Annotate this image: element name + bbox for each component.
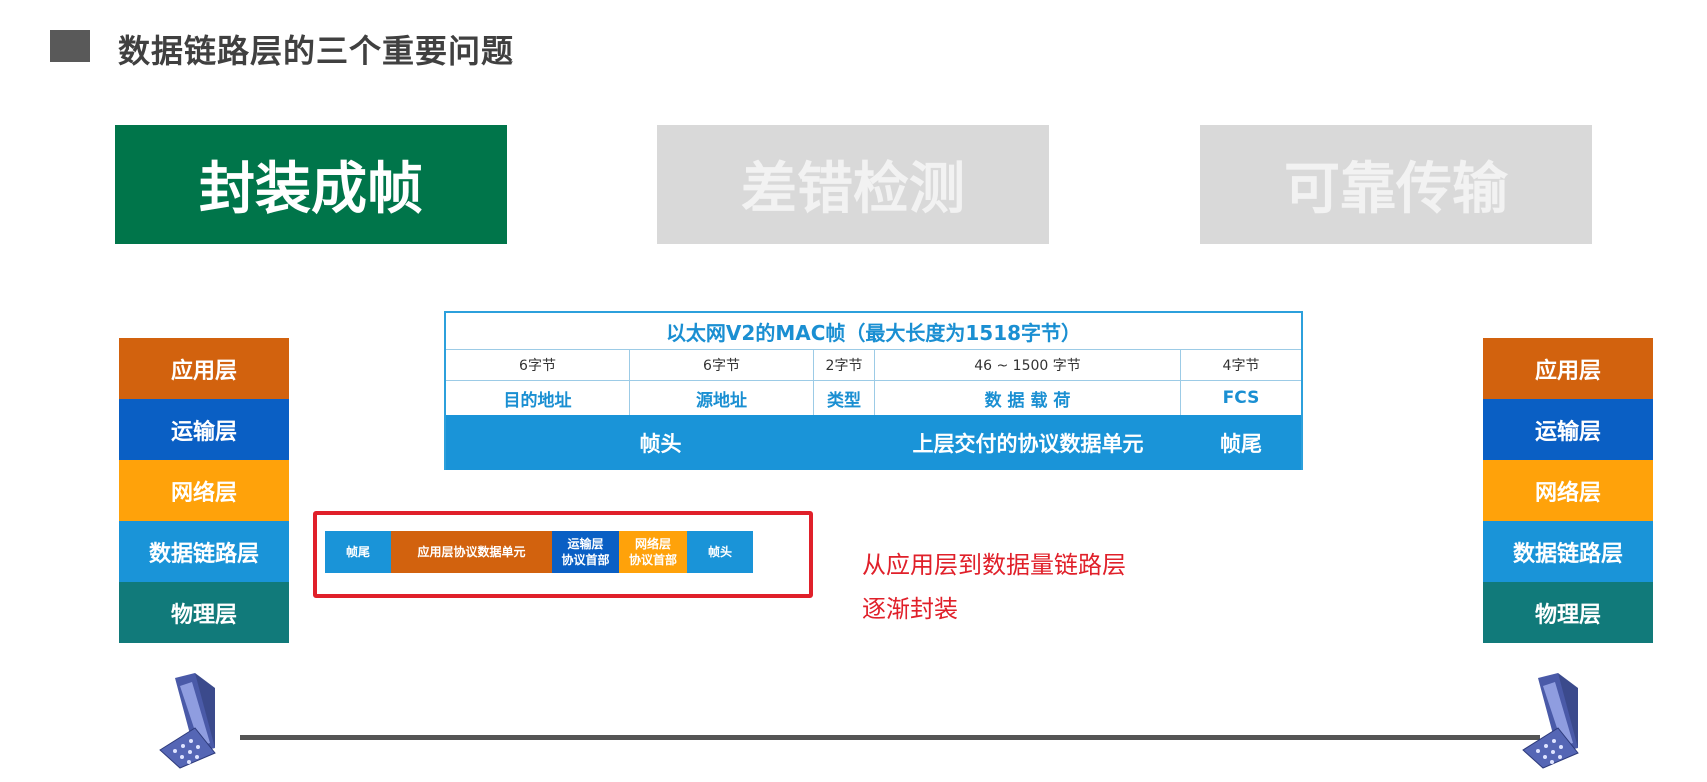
- layer-physical: 物理层: [1483, 582, 1653, 643]
- note-line-2: 逐渐封装: [862, 595, 958, 623]
- seg-network-header: 网络层 协议首部: [619, 531, 687, 573]
- topic-error-detection[interactable]: 差错检测: [657, 125, 1049, 244]
- size-cell: 46 ~ 1500 字节: [875, 350, 1181, 380]
- seg-trailer: 帧尾: [325, 531, 391, 573]
- layer-datalink: 数据链路层: [1483, 521, 1653, 582]
- seg-transport-header: 运输层 协议首部: [552, 531, 619, 573]
- layer-network: 网络层: [1483, 460, 1653, 521]
- layer-datalink: 数据链路层: [119, 521, 289, 582]
- part-row: 帧头 上层交付的协议数据单元 帧尾: [446, 415, 1301, 470]
- part-header: 帧头: [639, 431, 682, 456]
- layer-transport: 运输层: [1483, 399, 1653, 460]
- laptop-icon-left: [159, 673, 216, 769]
- topic-reliable-transfer[interactable]: 可靠传输: [1200, 125, 1592, 244]
- size-row: 6字节 6字节 2字节 46 ~ 1500 字节 4字节: [446, 350, 1301, 381]
- layer-application: 应用层: [119, 338, 289, 399]
- layer-application: 应用层: [1483, 338, 1653, 399]
- mac-frame-table: 以太网V2的MAC帧（最大长度为1518字节） 6字节 6字节 2字节 46 ~…: [444, 311, 1303, 470]
- field-type: 类型: [814, 381, 875, 415]
- part-trailer: 帧尾: [1220, 431, 1262, 456]
- encapsulation-bar: 帧尾 应用层协议数据单元 运输层 协议首部 网络层 协议首部 帧头: [325, 531, 753, 573]
- size-cell: 4字节: [1222, 358, 1260, 374]
- page-title: 数据链路层的三个重要问题: [118, 32, 515, 70]
- frame-title: 以太网V2的MAC帧（最大长度为1518字节）: [446, 313, 1301, 350]
- layer-network: 网络层: [119, 460, 289, 521]
- title-marker: [50, 30, 90, 62]
- field-payload: 数 据 载 荷: [875, 381, 1181, 415]
- topic-framing[interactable]: 封装成帧: [115, 125, 507, 244]
- size-cell: 2字节: [814, 350, 875, 380]
- seg-app-pdu: 应用层协议数据单元: [391, 531, 552, 573]
- encapsulation-note: 从应用层到数据量链路层 逐渐封装: [862, 543, 1126, 631]
- size-cell: 6字节: [630, 350, 814, 380]
- part-payload: 上层交付的协议数据单元: [912, 431, 1144, 456]
- field-fcs: FCS: [1222, 388, 1260, 408]
- link-line: [240, 735, 1540, 740]
- laptop-icon-right: [1522, 673, 1579, 769]
- seg-header: 帧头: [687, 531, 753, 573]
- left-protocol-stack: 应用层 运输层 网络层 数据链路层 物理层: [119, 338, 289, 643]
- field-row: 目的地址 源地址 类型 数 据 载 荷 FCS: [446, 381, 1301, 415]
- right-protocol-stack: 应用层 运输层 网络层 数据链路层 物理层: [1483, 338, 1653, 643]
- field-src-addr: 源地址: [630, 381, 814, 415]
- layer-physical: 物理层: [119, 582, 289, 643]
- size-cell: 6字节: [446, 350, 630, 380]
- field-dest-addr: 目的地址: [446, 381, 630, 415]
- note-line-1: 从应用层到数据量链路层: [862, 551, 1126, 579]
- layer-transport: 运输层: [119, 399, 289, 460]
